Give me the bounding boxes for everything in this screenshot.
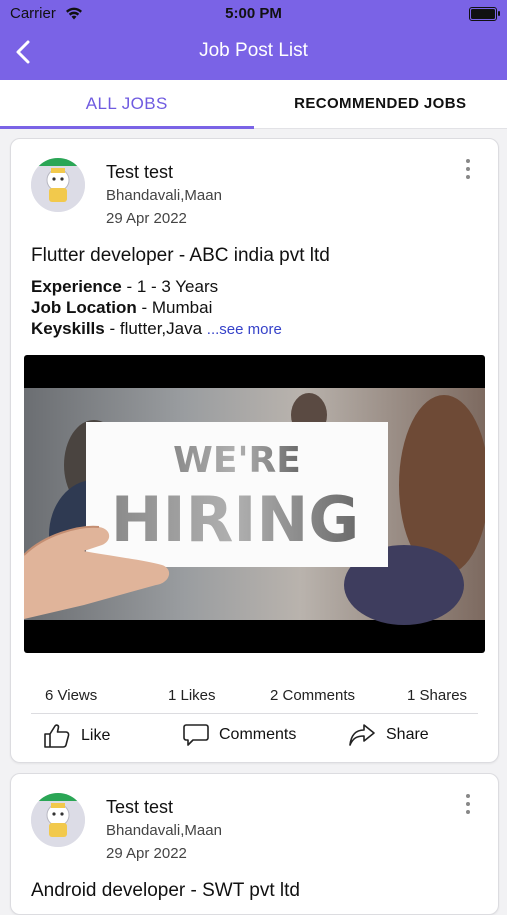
author-location: Bhandavali,Maan <box>106 822 222 839</box>
post-date: 29 Apr 2022 <box>106 210 187 227</box>
job-location-line: Job Location - Mumbai <box>31 298 212 318</box>
thumbs-up-icon <box>43 723 71 749</box>
avatar-image-icon <box>31 793 85 847</box>
experience-line: Experience - 1 - 3 Years <box>31 277 218 297</box>
job-post-card: Test test Bhandavali,Maan 29 Apr 2022 Fl… <box>10 138 499 763</box>
job-title[interactable]: Flutter developer - ABC india pvt ltd <box>31 245 330 267</box>
page-title: Job Post List <box>0 40 507 62</box>
app-header: Carrier 5:00 PM Job Post List <box>0 0 507 80</box>
divider <box>31 713 478 714</box>
like-button[interactable]: Like <box>43 723 110 749</box>
keyskills-line: Keyskills - flutter,Java ...see more <box>31 319 282 339</box>
avatar[interactable] <box>31 158 85 212</box>
share-button[interactable]: Share <box>348 723 429 747</box>
share-icon <box>348 723 376 747</box>
comments-count[interactable]: 2 Comments <box>270 687 355 704</box>
image-text-hiring: HIRING <box>111 483 360 556</box>
shares-count: 1 Shares <box>407 687 467 704</box>
status-bar: Carrier 5:00 PM <box>10 5 497 25</box>
more-options-icon[interactable] <box>466 794 472 816</box>
post-image[interactable]: WE'RE HIRING <box>24 355 485 653</box>
avatar-image-icon <box>31 158 85 212</box>
job-post-card: Test test Bhandavali,Maan 29 Apr 2022 An… <box>10 773 499 915</box>
see-more-link[interactable]: ...see more <box>207 321 282 338</box>
author-name[interactable]: Test test <box>106 797 173 818</box>
comments-label: Comments <box>219 726 296 744</box>
more-options-icon[interactable] <box>466 159 472 181</box>
like-label: Like <box>81 727 110 745</box>
job-title[interactable]: Android developer - SWT pvt ltd <box>31 880 300 902</box>
views-count: 6 Views <box>45 687 97 704</box>
tab-recommended-jobs[interactable]: RECOMMENDED JOBS <box>254 80 507 128</box>
post-date: 29 Apr 2022 <box>106 845 187 862</box>
share-label: Share <box>386 726 429 744</box>
tab-bar: ALL JOBS RECOMMENDED JOBS <box>0 80 507 129</box>
image-text-were: WE'RE <box>173 440 301 481</box>
battery-icon <box>469 7 497 21</box>
likes-count[interactable]: 1 Likes <box>168 687 216 704</box>
comment-icon <box>183 723 209 747</box>
avatar[interactable] <box>31 793 85 847</box>
tab-all-jobs[interactable]: ALL JOBS <box>0 80 254 128</box>
comments-button[interactable]: Comments <box>183 723 296 747</box>
hiring-photo: WE'RE HIRING <box>24 355 485 653</box>
author-location: Bhandavali,Maan <box>106 187 222 204</box>
clock: 5:00 PM <box>10 5 497 22</box>
author-name[interactable]: Test test <box>106 162 173 183</box>
